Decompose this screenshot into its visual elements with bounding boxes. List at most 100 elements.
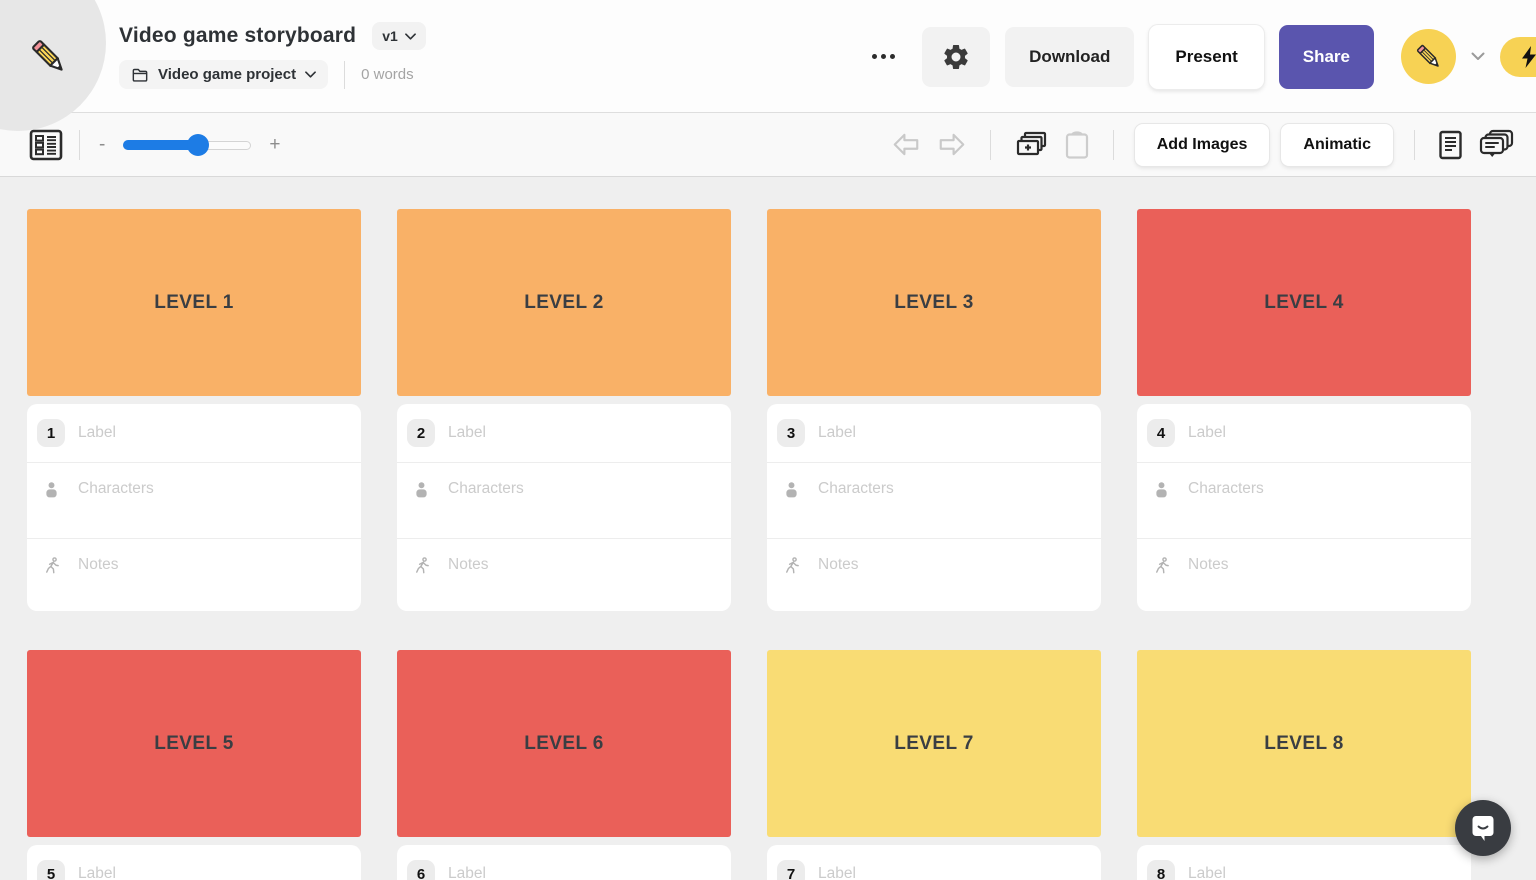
project-name: Video game project	[158, 66, 296, 83]
present-button[interactable]: Present	[1149, 25, 1263, 89]
add-images-button[interactable]: Add Images	[1135, 124, 1270, 166]
frame-image[interactable]: LEVEL 1	[27, 209, 361, 396]
frame-info-panel: 8 Label Characters Notes	[1137, 845, 1471, 880]
frame-label-field[interactable]: 2 Label	[397, 404, 731, 462]
frame-image[interactable]: LEVEL 6	[397, 650, 731, 837]
person-icon	[407, 480, 435, 500]
frame-characters-field[interactable]: Characters	[397, 462, 731, 538]
label-placeholder: Label	[448, 865, 486, 880]
label-placeholder: Label	[78, 424, 116, 442]
frame-card: LEVEL 5 5 Label Characters Notes	[27, 650, 361, 880]
frame-image[interactable]: LEVEL 5	[27, 650, 361, 837]
frame-notes-field[interactable]: Notes	[397, 538, 731, 611]
frame-characters-field[interactable]: Characters	[1137, 462, 1471, 538]
frame-number-badge: 7	[777, 860, 805, 880]
pencil-logo-icon[interactable]	[28, 36, 70, 78]
frame-number-badge: 2	[407, 419, 435, 447]
account-chevron-down-icon[interactable]	[1471, 52, 1485, 61]
frame-notes-field[interactable]: Notes	[1137, 538, 1471, 611]
grid-view-button[interactable]	[28, 127, 64, 163]
frame-label-field[interactable]: 3 Label	[767, 404, 1101, 462]
chevron-down-icon	[305, 71, 316, 78]
frames-grid: LEVEL 1 1 Label Characters Notes	[27, 209, 1536, 880]
frame-number-badge: 4	[1147, 419, 1175, 447]
frame-image[interactable]: LEVEL 7	[767, 650, 1101, 837]
divider	[990, 130, 991, 160]
label-placeholder: Label	[1188, 424, 1226, 442]
frame-notes-field[interactable]: Notes	[27, 538, 361, 611]
gear-icon	[941, 42, 971, 72]
settings-button[interactable]	[922, 27, 990, 87]
frame-title: LEVEL 6	[524, 733, 604, 755]
frame-label-field[interactable]: 8 Label	[1137, 845, 1471, 880]
storyboard-list-icon	[29, 129, 63, 161]
version-dropdown[interactable]: v1	[372, 22, 426, 50]
upgrade-button[interactable]	[1500, 37, 1536, 77]
characters-placeholder: Characters	[818, 480, 894, 538]
notes-placeholder: Notes	[818, 556, 859, 611]
frame-card: LEVEL 6 6 Label Characters Notes	[397, 650, 731, 880]
frame-label-field[interactable]: 7 Label	[767, 845, 1101, 880]
divider	[1414, 130, 1415, 160]
frame-info-panel: 3 Label Characters Notes	[767, 404, 1101, 611]
chat-launcher-button[interactable]	[1455, 800, 1511, 856]
header-actions: Download Present Share	[872, 0, 1536, 113]
zoom-in-button[interactable]: +	[265, 134, 284, 156]
frame-card: LEVEL 8 8 Label Characters Notes	[1137, 650, 1471, 880]
running-person-icon	[1147, 556, 1175, 576]
frame-title: LEVEL 8	[1264, 733, 1344, 755]
frame-label-field[interactable]: 1 Label	[27, 404, 361, 462]
frame-label-field[interactable]: 4 Label	[1137, 404, 1471, 462]
frame-characters-field[interactable]: Characters	[27, 462, 361, 538]
paste-button[interactable]	[1064, 130, 1090, 160]
frame-label-field[interactable]: 5 Label	[27, 845, 361, 880]
frame-notes-field[interactable]: Notes	[767, 538, 1101, 611]
word-count: 0 words	[361, 66, 414, 83]
person-icon	[1147, 480, 1175, 500]
frame-title: LEVEL 4	[1264, 292, 1344, 314]
pencil-avatar-icon	[1414, 42, 1444, 72]
avatar[interactable]	[1401, 29, 1456, 84]
lightning-bolt-icon	[1520, 45, 1536, 69]
frame-characters-field[interactable]: Characters	[767, 462, 1101, 538]
redo-button[interactable]	[937, 130, 967, 160]
project-dropdown[interactable]: Video game project	[119, 60, 328, 89]
frame-image[interactable]: LEVEL 4	[1137, 209, 1471, 396]
download-button[interactable]: Download	[1005, 27, 1134, 87]
label-placeholder: Label	[448, 424, 486, 442]
frame-image[interactable]: LEVEL 3	[767, 209, 1101, 396]
label-placeholder: Label	[1188, 865, 1226, 880]
zoom-out-button[interactable]: -	[95, 134, 109, 156]
frame-number-badge: 3	[777, 419, 805, 447]
frame-info-panel: 4 Label Characters Notes	[1137, 404, 1471, 611]
script-button[interactable]	[1438, 130, 1463, 160]
app-header: Video game storyboard v1 Video game proj…	[0, 0, 1536, 113]
undo-button[interactable]	[891, 130, 921, 160]
copy-frames-button[interactable]	[1014, 130, 1048, 160]
frame-image[interactable]: LEVEL 2	[397, 209, 731, 396]
frame-title: LEVEL 1	[154, 292, 234, 314]
divider	[344, 61, 345, 89]
frame-label-field[interactable]: 6 Label	[397, 845, 731, 880]
more-options-icon[interactable]	[872, 54, 895, 59]
person-icon	[37, 480, 65, 500]
frame-image[interactable]: LEVEL 8	[1137, 650, 1471, 837]
frame-title: LEVEL 2	[524, 292, 604, 314]
characters-placeholder: Characters	[1188, 480, 1264, 538]
characters-placeholder: Characters	[78, 480, 154, 538]
share-button[interactable]: Share	[1279, 25, 1374, 89]
zoom-slider[interactable]	[123, 134, 251, 156]
frame-card: LEVEL 3 3 Label Characters Notes	[767, 209, 1101, 611]
divider	[79, 130, 80, 160]
page-title: Video game storyboard	[119, 24, 356, 48]
storyboard-toolbar: - + Add	[0, 113, 1536, 177]
chat-bubble-icon	[1468, 812, 1498, 844]
running-person-icon	[37, 556, 65, 576]
zoom-slider-thumb[interactable]	[187, 134, 209, 156]
comments-button[interactable]	[1479, 129, 1514, 160]
animatic-button[interactable]: Animatic	[1281, 124, 1393, 166]
frame-title: LEVEL 7	[894, 733, 974, 755]
label-placeholder: Label	[818, 424, 856, 442]
title-block: Video game storyboard v1 Video game proj…	[119, 22, 426, 89]
label-placeholder: Label	[818, 865, 856, 880]
